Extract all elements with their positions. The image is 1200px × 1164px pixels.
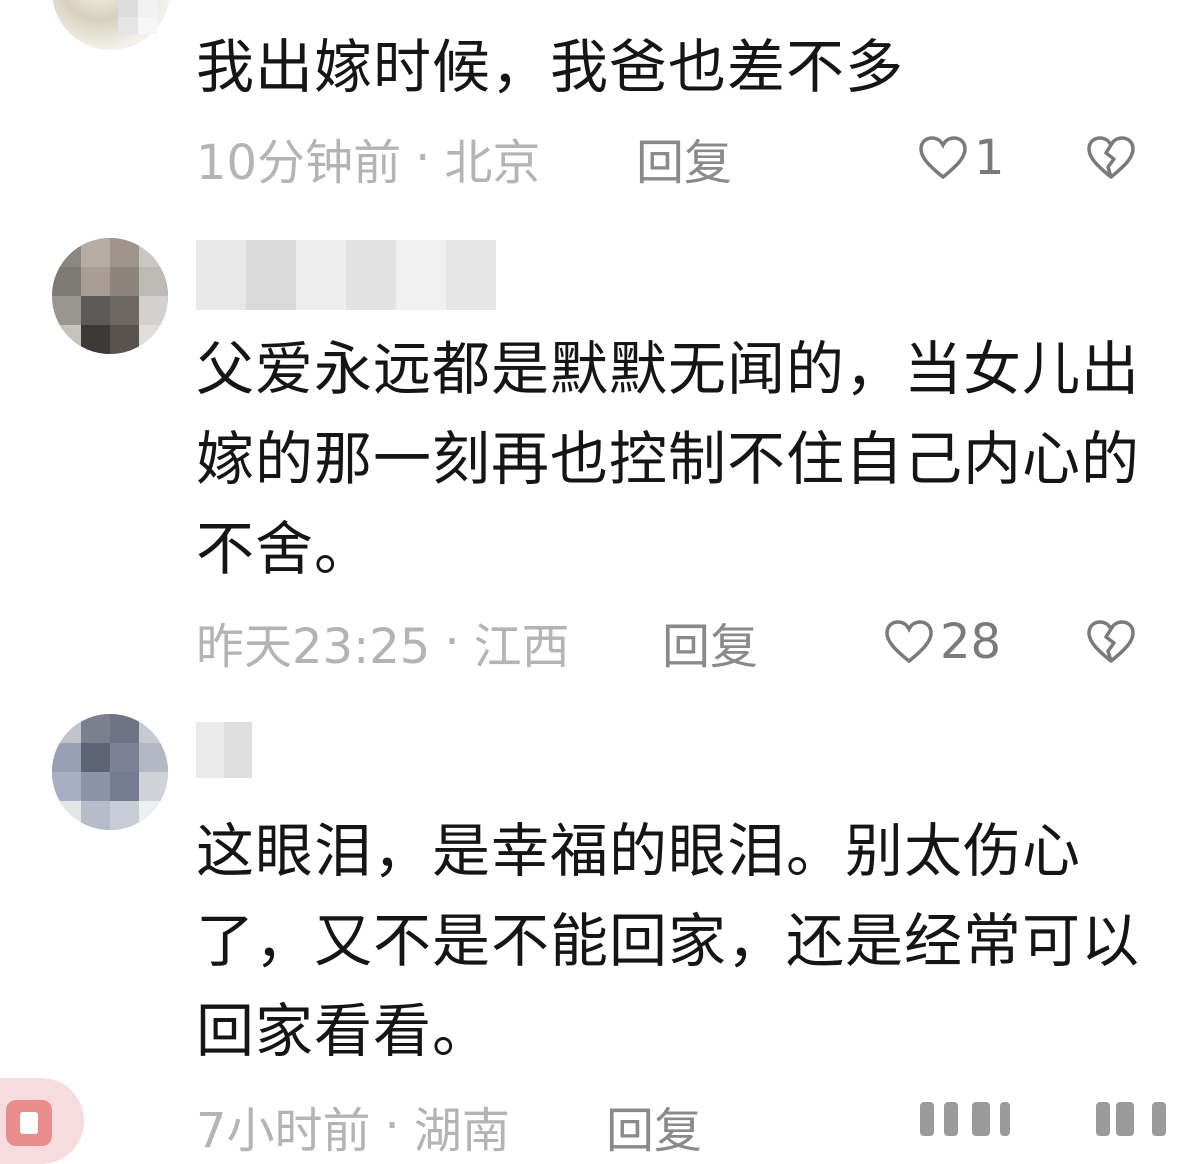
comment-time: 10分钟前 [196,135,402,191]
comment-meta: 7小时前 · 湖南 [196,1096,510,1159]
action-bar-cut [920,1100,1180,1140]
like-count: 28 [940,614,1002,670]
meta-separator: · [415,130,431,186]
comment-location: 湖南 [413,1103,510,1159]
reply-button[interactable]: 回复 [662,612,758,675]
comment-location: 北京 [444,135,541,191]
comment-text: 这眼泪，是幸福的眼泪。别太伤心了，又不是不能回家，还是经常可以回家看看。 [196,817,1141,1065]
avatar[interactable] [52,714,168,830]
video-float-icon[interactable] [0,1078,84,1164]
comment-time: 7小时前 [196,1103,371,1159]
reply-button[interactable]: 回复 [606,1096,702,1159]
dislike-button[interactable] [1086,128,1136,188]
avatar[interactable] [52,238,168,354]
reply-button[interactable]: 回复 [636,128,732,191]
dislike-button[interactable] [1086,612,1136,672]
comment-meta: 10分钟前 · 北京 [196,128,540,191]
like-button[interactable]: 28 [884,612,1001,672]
like-button[interactable]: 1 [918,128,1005,188]
comment-location: 江西 [473,619,570,675]
comment-text: 父爱永远都是默默无闻的，当女儿出嫁的那一刻再也控制不住自己内心的不舍。 [196,335,1141,583]
comment-time: 昨天23:25 [196,619,431,675]
meta-separator: · [384,1098,400,1154]
heart-outline-icon [918,135,968,181]
username-blur [118,0,158,34]
username-blur [196,240,496,310]
broken-heart-icon [1086,619,1136,665]
like-count: 1 [974,130,1005,186]
meta-separator: · [444,614,460,670]
broken-heart-icon [1086,135,1136,181]
comment-text: 我出嫁时候，我爸也差不多 [196,33,905,101]
username-blur [196,722,252,778]
comment-meta: 昨天23:25 · 江西 [196,612,570,675]
heart-outline-icon [884,619,934,665]
